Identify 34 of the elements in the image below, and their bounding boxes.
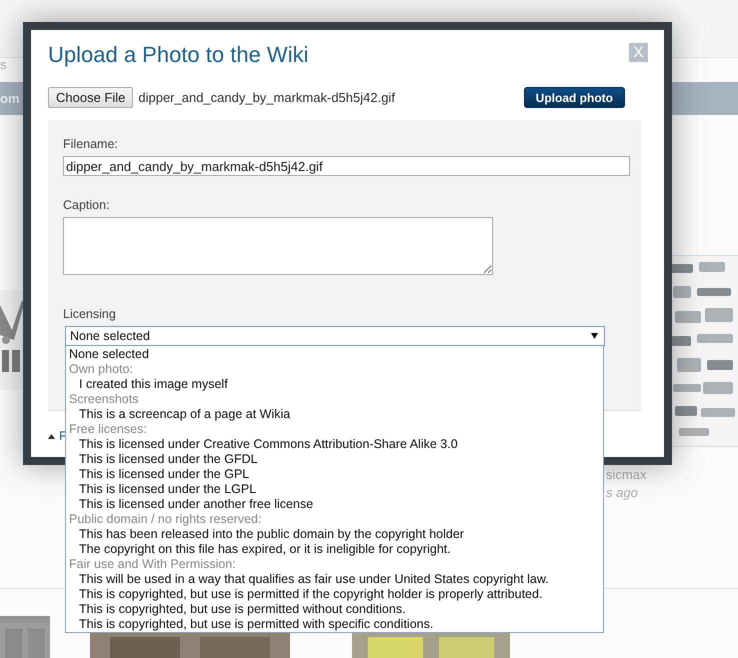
dropdown-option[interactable]: This is licensed under Creative Commons Attribution-Share Alike 3.0 (69, 437, 603, 452)
licensing-select[interactable]: None selected (65, 326, 605, 346)
option-group-label: Free licenses: (69, 422, 148, 437)
caption-field[interactable] (63, 217, 493, 275)
dropdown-option[interactable]: This is copyrighted, but use is permitted with specific conditions. (69, 617, 603, 632)
dropdown-option[interactable]: This will be used in a way that qualifies as fair use under United States copyright law. (69, 572, 603, 587)
bar-text: om (0, 91, 20, 106)
option-group-label: Screenshots (69, 392, 140, 407)
field-label: Filename: (63, 137, 119, 151)
field-label: Caption: (63, 198, 111, 212)
dropdown-option[interactable]: The copyright on this file has expired, or it is ineligible for copyright. (69, 542, 603, 557)
option-group-label: Public domain / no rights reserved: (69, 512, 262, 527)
triangle-icon (48, 434, 55, 438)
dialog-title: Upload a Photo to the Wiki (48, 42, 308, 68)
author-name: sicmax (606, 467, 646, 482)
option-group-label: Fair use and With Permission: (69, 557, 237, 572)
option-group-label: Own photo: (69, 362, 134, 377)
dropdown-option[interactable]: This is licensed under the GPL (69, 467, 603, 482)
filename-field[interactable]: dipper_and_candy_by_markmak-d5h5j42.gif (63, 156, 630, 176)
dropdown-option[interactable]: This has been released into the public domain by the copyright holder (69, 527, 603, 542)
dropdown-option[interactable]: None selected (69, 347, 603, 362)
caret-icon (591, 333, 598, 339)
dropdown-option[interactable]: This is copyrighted, but use is permitted without conditions. (69, 602, 603, 617)
timestamp: s ago (606, 485, 639, 500)
file-name: dipper_and_candy_by_markmak-d5h5j42.gif (138, 90, 396, 105)
dropdown-option[interactable]: I created this image myself (69, 377, 603, 392)
dropdown-option[interactable]: This is licensed under the GFDL (69, 452, 603, 467)
field-label: Licensing (63, 307, 117, 321)
dropdown-option[interactable]: This is licensed under another free license (69, 497, 603, 512)
upload-photo-button[interactable]: Upload photo (524, 87, 625, 108)
dropdown-option[interactable]: This is licensed under the LGPL (69, 482, 603, 497)
dropdown-option[interactable]: This is a screencap of a page at Wikia (69, 407, 603, 422)
choose-file-button[interactable]: Choose File (48, 87, 134, 108)
dropdown-option[interactable]: This is copyrighted, but use is permitted if the copyright holder is properly attributed. (69, 587, 603, 602)
